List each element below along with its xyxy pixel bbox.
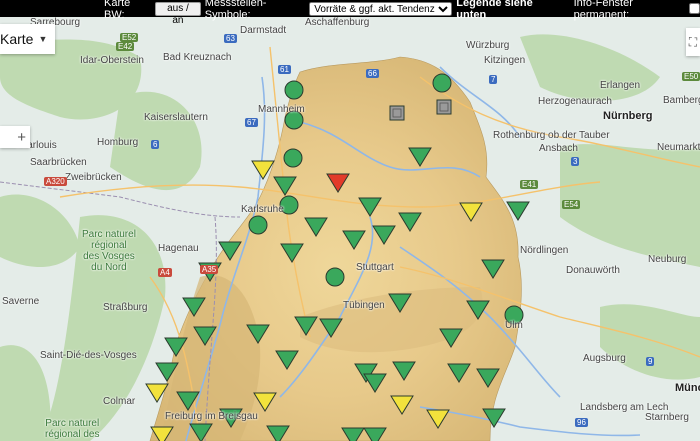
city-label: Tübingen — [343, 300, 385, 311]
station-square-marker[interactable] — [389, 105, 405, 121]
city-label: Rothenburg ob der Tauber — [493, 130, 610, 141]
city-label: Freiburg im Breisgau — [165, 411, 258, 422]
road-shield: E42 — [116, 42, 135, 51]
city-label: Neumarkt in der Oberpfalz — [657, 142, 700, 153]
station-circle-marker[interactable] — [325, 267, 345, 287]
city-label: Mannheim — [258, 104, 305, 115]
road-shield: A4 — [158, 268, 172, 277]
park-label: Parc naturel régional des — [45, 418, 100, 440]
city-label: Hagenau — [158, 243, 199, 254]
city-label: Karlsruhe — [241, 204, 284, 215]
city-label: Colmar — [103, 396, 136, 407]
karte-bw-label: Karte BW: — [104, 0, 131, 21]
city-label: Herzogenaurach — [538, 96, 612, 107]
caret-down-icon: ▼ — [38, 34, 48, 44]
info-window-label: Info-Fenster permanent: — [573, 0, 633, 21]
city-label: Saint-Dié-des-Vosges — [40, 350, 137, 361]
road-shield: 67 — [245, 118, 258, 127]
road-shield: 9 — [646, 357, 655, 366]
city-label: Darmstadt — [240, 25, 287, 36]
road-shield: 66 — [366, 69, 379, 78]
map-type-label: Karte — [0, 31, 34, 47]
city-label: Bamberg — [663, 95, 700, 106]
road-shield: E41 — [520, 180, 539, 189]
road-shield: 3 — [571, 157, 580, 166]
station-circle-marker[interactable] — [284, 80, 304, 100]
karte-toggle-button[interactable]: aus / an — [155, 1, 201, 26]
city-label: Neuburg — [648, 254, 687, 265]
city-label: Stuttgart — [356, 262, 394, 273]
park-label: Parc naturel régional des Vosges du Nord — [82, 229, 136, 273]
city-label: Augsburg — [583, 353, 626, 364]
city-label: Idar-Oberstein — [80, 55, 144, 66]
city-label: Donauwörth — [566, 265, 620, 276]
city-label: Ansbach — [539, 143, 578, 154]
road-shield: E50 — [682, 72, 700, 81]
city-label: Würzburg — [466, 40, 510, 51]
city-label: Bad Kreuznach — [163, 52, 232, 63]
road-shield: E54 — [562, 200, 581, 209]
legend-hint: Legende siehe unten — [456, 0, 533, 21]
road-shield: 63 — [224, 34, 237, 43]
symbol-select[interactable]: Vorräte & ggf. akt. Tendenz — [309, 1, 453, 16]
station-circle-marker[interactable] — [248, 215, 268, 235]
city-label: München — [675, 382, 700, 394]
city-label: Homburg — [97, 137, 139, 148]
road-shield: 6 — [151, 140, 160, 149]
city-label: Ulm — [505, 320, 523, 331]
city-label: Saarbrücken — [30, 157, 87, 168]
road-shield: 7 — [489, 75, 498, 84]
city-label: Kitzingen — [484, 55, 526, 66]
station-square-marker[interactable] — [436, 99, 452, 115]
city-label: Saverne — [2, 296, 40, 307]
city-label: Aschaffenburg — [305, 17, 370, 28]
road-shield: E52 — [120, 33, 139, 42]
symbol-label: Messstellen-Symbole: — [204, 0, 267, 21]
city-label: Kaiserslautern — [144, 112, 208, 123]
road-shield: 61 — [278, 65, 291, 74]
station-circle-marker[interactable] — [432, 73, 452, 93]
road-shield: A320 — [44, 177, 67, 186]
city-label: Starnberg — [645, 412, 689, 423]
city-label: Nördlingen — [520, 245, 569, 256]
top-toolbar: Karte BW: aus / an Messstellen-Symbole: … — [0, 0, 700, 26]
road-shield: A35 — [200, 265, 219, 274]
info-window-checkbox[interactable] — [689, 3, 700, 14]
plus-icon[interactable]: + — [0, 126, 30, 148]
city-label: Straßburg — [103, 302, 148, 313]
city-label: Nürnberg — [603, 110, 653, 122]
station-circle-marker[interactable] — [283, 148, 303, 168]
city-label: Erlangen — [600, 80, 641, 91]
fullscreen-icon[interactable]: ⛶ — [686, 28, 700, 56]
road-shield: 96 — [575, 418, 588, 427]
city-label: Zweibrücken — [65, 172, 122, 183]
map-type-dropdown[interactable]: Karte ▼ — [0, 24, 56, 54]
